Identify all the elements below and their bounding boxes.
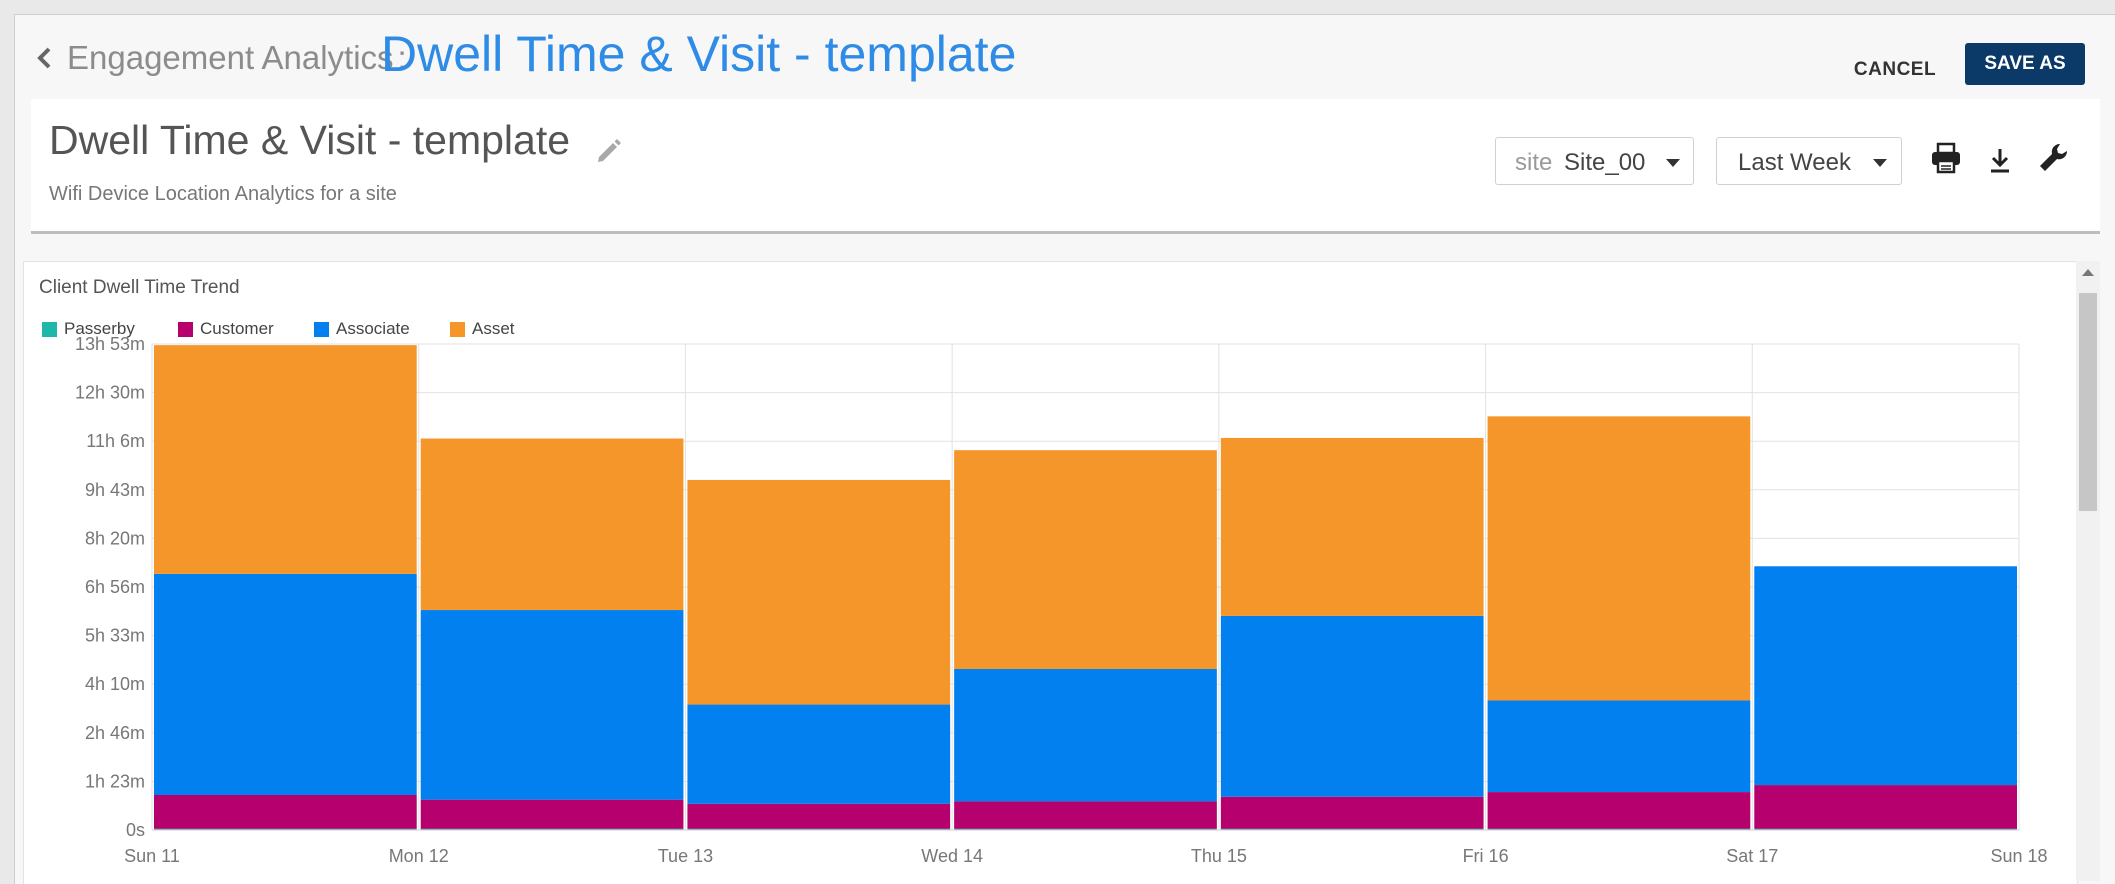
x-tick-label: Tue 13 bbox=[658, 846, 713, 866]
scroll-up-arrow-icon[interactable] bbox=[2082, 269, 2094, 276]
bar-segment-customer bbox=[1754, 785, 2017, 829]
site-dropdown[interactable]: site Site_00 bbox=[1495, 137, 1694, 185]
x-tick-label: Fri 16 bbox=[1463, 846, 1509, 866]
report-subtitle: Wifi Device Location Analytics for a sit… bbox=[49, 183, 397, 205]
cancel-button[interactable]: CANCEL bbox=[1845, 53, 1945, 87]
x-tick-label: Wed 14 bbox=[921, 846, 983, 866]
x-tick-label: Mon 12 bbox=[389, 846, 449, 866]
scroll-thumb[interactable] bbox=[2079, 293, 2097, 511]
app-window: Engagement Analytics: Dwell Time & Visit… bbox=[14, 14, 2115, 884]
site-dropdown-value: Site_00 bbox=[1564, 149, 1646, 176]
pencil-icon[interactable] bbox=[593, 135, 625, 167]
page-title: Dwell Time & Visit - template bbox=[381, 26, 1017, 82]
x-tick-label: Sun 18 bbox=[1990, 846, 2047, 866]
bar-segment-asset bbox=[687, 479, 951, 705]
bar-segment-asset bbox=[954, 450, 1217, 669]
y-tick-label: 0s bbox=[126, 820, 145, 840]
bar-segment-asset bbox=[420, 438, 684, 611]
chevron-down-icon bbox=[1873, 159, 1887, 167]
y-tick-label: 6h 56m bbox=[85, 577, 145, 597]
y-tick-label: 8h 20m bbox=[85, 528, 145, 548]
download-icon[interactable] bbox=[1983, 143, 2017, 177]
bar-segment-customer bbox=[420, 799, 684, 829]
x-tick-label: Sun 11 bbox=[124, 846, 180, 866]
bar-segment-associate bbox=[687, 704, 951, 804]
bar-segment-associate bbox=[1754, 566, 2017, 786]
y-tick-label: 13h 53m bbox=[75, 334, 145, 354]
y-tick-label: 5h 33m bbox=[85, 626, 145, 646]
bar-segment-asset bbox=[1220, 437, 1484, 616]
period-dropdown[interactable]: Last Week bbox=[1716, 137, 1902, 185]
breadcrumb: Engagement Analytics: bbox=[67, 39, 413, 77]
dwell-time-chart-card: Client Dwell Time Trend Passerby Custome… bbox=[23, 261, 2078, 884]
top-bar: Engagement Analytics: Dwell Time & Visit… bbox=[15, 15, 2115, 101]
y-tick-label: 4h 10m bbox=[85, 674, 145, 694]
x-tick-label: Sat 17 bbox=[1726, 846, 1778, 866]
chevron-left-icon[interactable] bbox=[31, 43, 59, 73]
save-as-button[interactable]: SAVE AS bbox=[1965, 43, 2085, 85]
y-tick-label: 9h 43m bbox=[85, 480, 145, 500]
period-dropdown-value: Last Week bbox=[1738, 149, 1851, 176]
y-tick-label: 1h 23m bbox=[85, 771, 145, 791]
bar-segment-customer bbox=[954, 801, 1217, 829]
bar-segment-asset bbox=[154, 345, 417, 574]
x-tick-label: Thu 15 bbox=[1191, 846, 1247, 866]
bar-segment-customer bbox=[1487, 792, 1751, 829]
breadcrumb-parent[interactable]: Engagement Analytics bbox=[67, 39, 394, 76]
bar-segment-associate bbox=[1487, 700, 1751, 793]
y-tick-label: 11h 6m bbox=[86, 431, 145, 451]
report-header: Dwell Time & Visit - template Wifi Devic… bbox=[31, 99, 2100, 234]
site-dropdown-label: site bbox=[1515, 149, 1553, 176]
printer-icon[interactable] bbox=[1929, 141, 1963, 175]
wrench-icon[interactable] bbox=[2036, 141, 2070, 175]
bar-segment-asset bbox=[1487, 416, 1751, 701]
bar-segment-associate bbox=[954, 668, 1217, 802]
y-tick-label: 2h 46m bbox=[85, 723, 145, 743]
y-tick-label: 12h 30m bbox=[75, 383, 145, 403]
bar-segment-associate bbox=[420, 610, 684, 800]
bar-segment-associate bbox=[154, 573, 417, 795]
stacked-bar-chart: 0s 1h 23m 2h 46m 4h 10m 5h 33m 6h 56m 8h 20m 9h… bbox=[75, 334, 2048, 866]
chevron-down-icon bbox=[1666, 159, 1680, 167]
bar-segment-customer bbox=[1220, 796, 1484, 829]
report-title: Dwell Time & Visit - template bbox=[49, 117, 571, 163]
vertical-scrollbar[interactable] bbox=[2076, 261, 2100, 881]
bar-segment-associate bbox=[1220, 615, 1484, 797]
bar-segment-customer bbox=[687, 803, 951, 829]
bar-segment-customer bbox=[154, 794, 417, 829]
